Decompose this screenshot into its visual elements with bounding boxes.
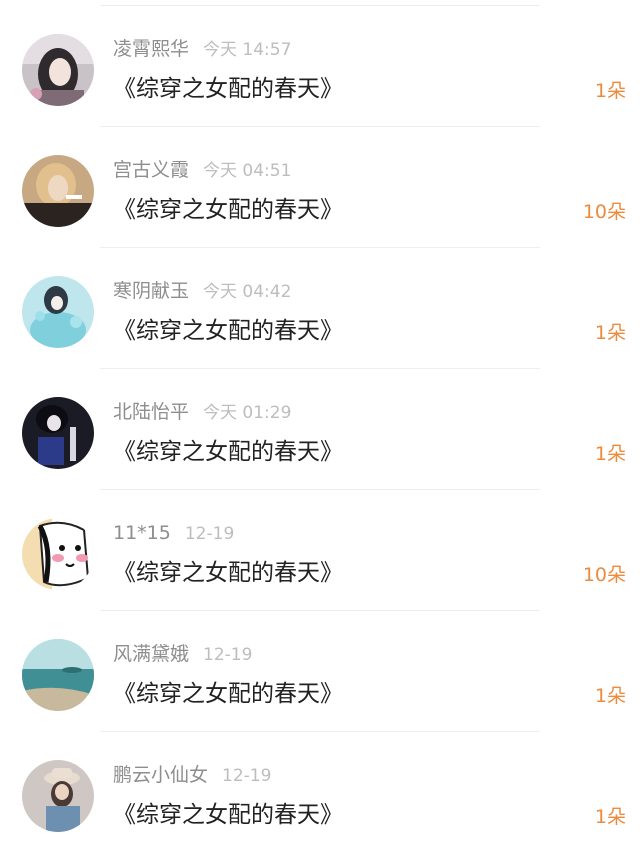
book-title[interactable]: 《综穿之女配的春天》 bbox=[113, 314, 343, 348]
flower-gift-list: 凌霄熙华 今天 14:57 《综穿之女配的春天》 1朵 宫古义霞 今天 04:51 … bbox=[0, 0, 640, 861]
avatar[interactable] bbox=[22, 155, 94, 227]
item-meta: 寒阴献玉 今天 04:42 bbox=[113, 277, 291, 305]
item-meta: 北陆怡平 今天 01:29 bbox=[113, 398, 291, 426]
item-meta: 11*15 12-19 bbox=[113, 519, 234, 547]
flower-count: 1朵 bbox=[594, 443, 626, 465]
flower-count: 1朵 bbox=[594, 80, 626, 102]
timestamp: 今天 04:42 bbox=[203, 282, 292, 302]
username[interactable]: 11*15 bbox=[113, 522, 171, 544]
username[interactable]: 风满黛娥 bbox=[113, 643, 189, 665]
username[interactable]: 鹏云小仙女 bbox=[113, 764, 208, 786]
list-item[interactable]: 11*15 12-19 《综穿之女配的春天》 10朵 bbox=[0, 490, 640, 611]
flower-count: 10朵 bbox=[582, 201, 626, 223]
book-title[interactable]: 《综穿之女配的春天》 bbox=[113, 193, 343, 227]
username[interactable]: 寒阴献玉 bbox=[113, 280, 189, 302]
avatar[interactable] bbox=[22, 760, 94, 832]
avatar[interactable] bbox=[22, 276, 94, 348]
list-item[interactable]: 宫古义霞 今天 04:51 《综穿之女配的春天》 10朵 bbox=[0, 127, 640, 248]
item-meta: 凌霄熙华 今天 14:57 bbox=[113, 35, 291, 63]
item-meta: 风满黛娥 12-19 bbox=[113, 640, 252, 668]
avatar[interactable] bbox=[22, 518, 94, 590]
timestamp: 今天 14:57 bbox=[203, 40, 292, 60]
book-title[interactable]: 《综穿之女配的春天》 bbox=[113, 556, 343, 590]
avatar-cartoon-sketch-icon bbox=[22, 518, 94, 590]
item-meta: 鹏云小仙女 12-19 bbox=[113, 761, 271, 789]
avatar-dark-anime-icon bbox=[22, 397, 94, 469]
book-title[interactable]: 《综穿之女配的春天》 bbox=[113, 677, 343, 711]
avatar[interactable] bbox=[22, 639, 94, 711]
timestamp: 今天 01:29 bbox=[203, 403, 292, 423]
timestamp: 12-19 bbox=[222, 766, 272, 786]
avatar[interactable] bbox=[22, 397, 94, 469]
flower-count: 10朵 bbox=[582, 564, 626, 586]
book-title[interactable]: 《综穿之女配的春天》 bbox=[113, 435, 343, 469]
list-item[interactable]: 凌霄熙华 今天 14:57 《综穿之女配的春天》 1朵 bbox=[0, 6, 640, 127]
item-meta: 宫古义霞 今天 04:51 bbox=[113, 156, 291, 184]
avatar-seascape-icon bbox=[22, 639, 94, 711]
avatar-blonde-photo-icon bbox=[22, 155, 94, 227]
list-item[interactable]: 风满黛娥 12-19 《综穿之女配的春天》 1朵 bbox=[0, 611, 640, 732]
book-title[interactable]: 《综穿之女配的春天》 bbox=[113, 72, 343, 106]
avatar-hat-girl-icon bbox=[22, 760, 94, 832]
flower-count: 1朵 bbox=[594, 322, 626, 344]
list-item[interactable]: 鹏云小仙女 12-19 《综穿之女配的春天》 1朵 bbox=[0, 732, 640, 853]
timestamp: 12-19 bbox=[203, 645, 253, 665]
username[interactable]: 宫古义霞 bbox=[113, 159, 189, 181]
timestamp: 今天 04:51 bbox=[203, 161, 292, 181]
username[interactable]: 凌霄熙华 bbox=[113, 38, 189, 60]
avatar-girl-photo-icon bbox=[22, 34, 94, 106]
flower-count: 1朵 bbox=[594, 806, 626, 828]
username[interactable]: 北陆怡平 bbox=[113, 401, 189, 423]
list-item[interactable]: 寒阴献玉 今天 04:42 《综穿之女配的春天》 1朵 bbox=[0, 248, 640, 369]
book-title[interactable]: 《综穿之女配的春天》 bbox=[113, 798, 343, 832]
flower-count: 1朵 bbox=[594, 685, 626, 707]
list-item[interactable]: 北陆怡平 今天 01:29 《综穿之女配的春天》 1朵 bbox=[0, 369, 640, 490]
timestamp: 12-19 bbox=[184, 524, 235, 544]
avatar[interactable] bbox=[22, 34, 94, 106]
avatar-illustration-blue-icon bbox=[22, 276, 94, 348]
